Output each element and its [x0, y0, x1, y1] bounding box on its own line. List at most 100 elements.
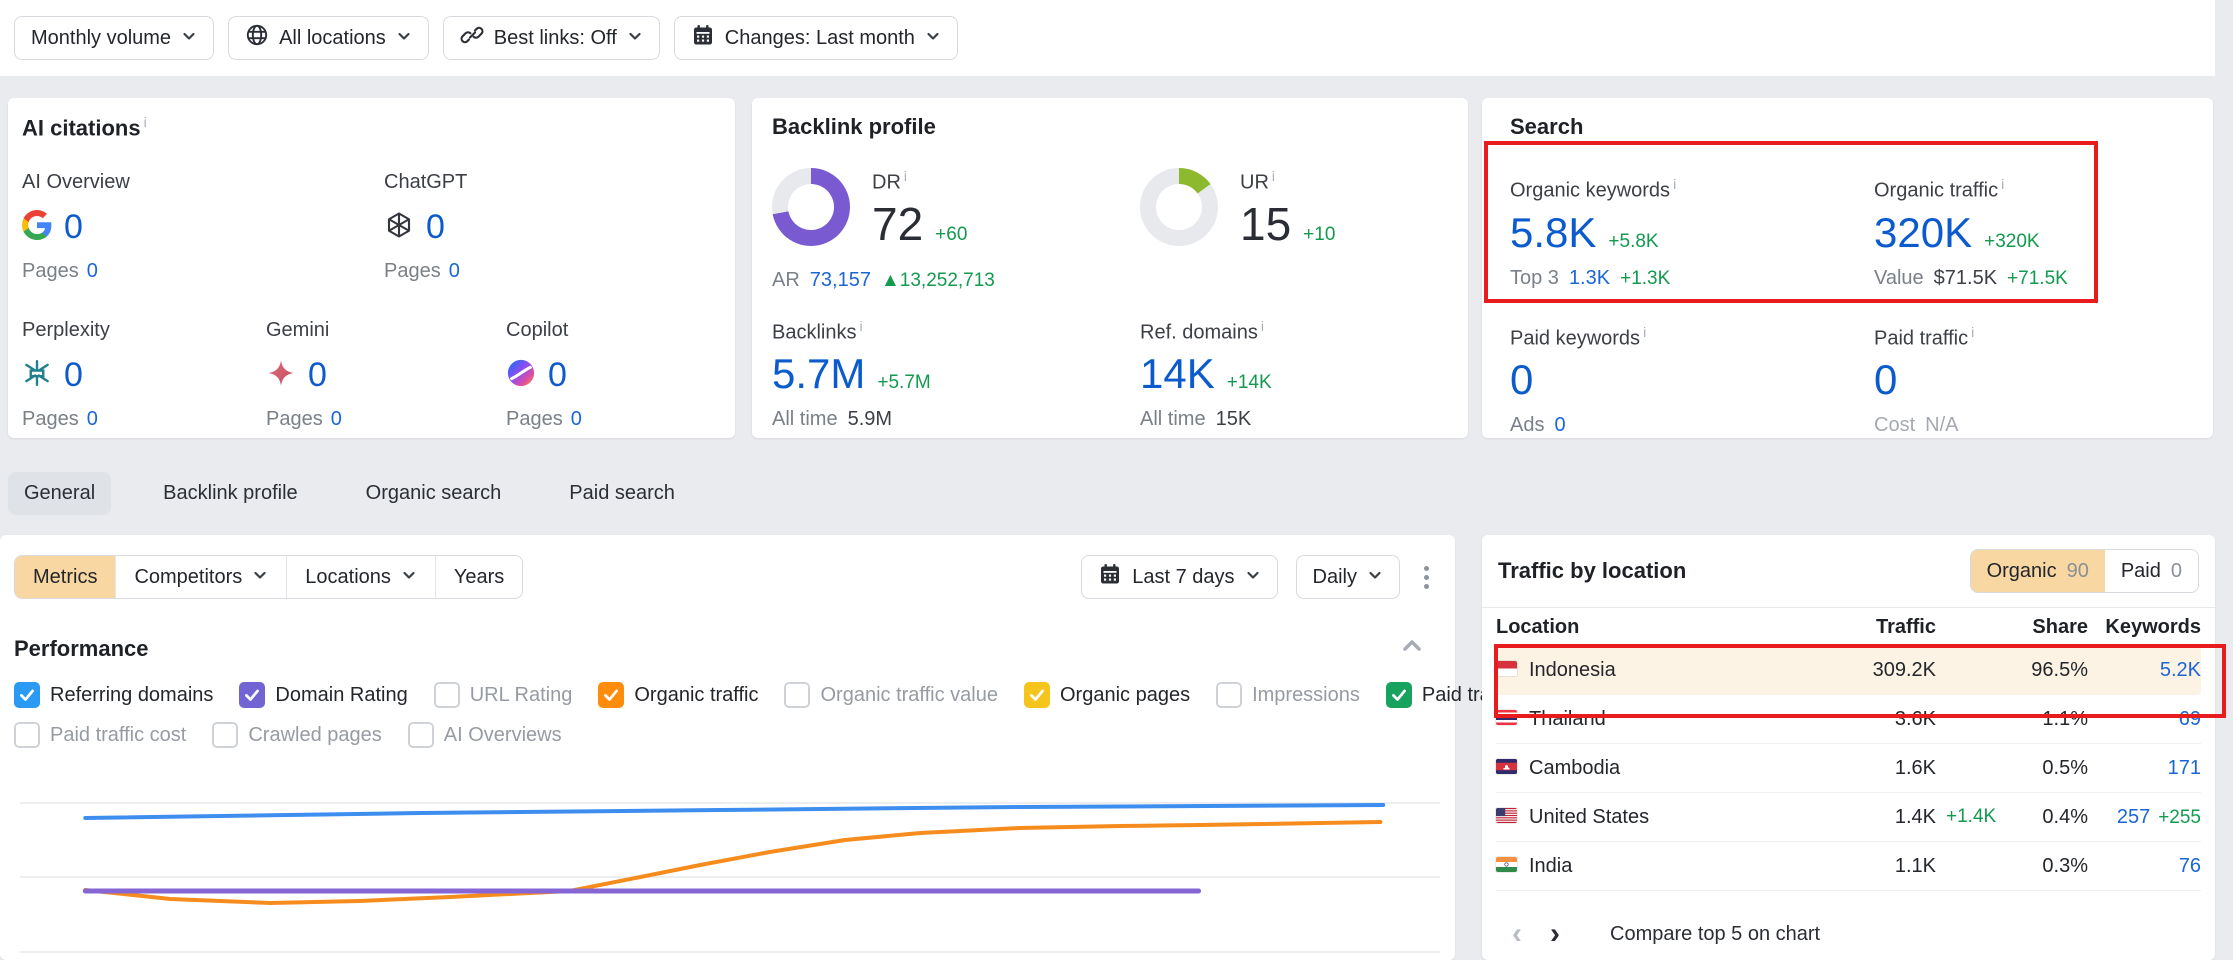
metric-checkbox-crawled-pages[interactable]: Crawled pages [212, 722, 381, 748]
info-icon[interactable]: i [2001, 176, 2004, 192]
paid-traffic-value[interactable]: 0 [1874, 356, 1897, 404]
metric-checkbox-domain-rating[interactable]: Domain Rating [239, 682, 407, 708]
page-next-chevron-icon[interactable]: › [1536, 919, 1574, 949]
page-prev-chevron-icon[interactable]: ‹ [1498, 919, 1536, 949]
compare-top5-link[interactable]: Compare top 5 on chart [1610, 923, 1820, 946]
tab-paid-search[interactable]: Paid search [553, 472, 691, 515]
segment-competitors[interactable]: Competitors [115, 556, 286, 598]
location-row-united-states[interactable]: United States1.4K+1.4K0.4%257+255 [1496, 793, 2201, 842]
filter-all-locations[interactable]: All locations [228, 16, 429, 60]
metric-checkbox-organic-traffic-value[interactable]: Organic traffic value [784, 682, 998, 708]
info-icon[interactable]: i [1673, 176, 1676, 192]
locations-table-header: LocationTraffic ShareKeywords [1496, 608, 2201, 646]
chevron-down-icon [396, 27, 412, 50]
paid-keywords-value[interactable]: 0 [1510, 356, 1533, 404]
ar-value[interactable]: 73,157 [810, 269, 871, 292]
column-header-traffic[interactable]: Traffic [1826, 616, 1936, 639]
date-range-button[interactable]: Last 7 days [1081, 555, 1277, 599]
metric-checkbox-ai-overviews[interactable]: AI Overviews [408, 722, 562, 748]
paid-keywords-metric: Paid keywordsi 0 Ads 0 [1510, 324, 1874, 438]
pages-count[interactable]: 0 [331, 408, 342, 430]
pages-count[interactable]: 0 [449, 260, 460, 282]
keywords-link[interactable]: 76 [2179, 855, 2201, 877]
toggle-paid[interactable]: Paid0 [2105, 550, 2198, 592]
info-icon[interactable]: i [1971, 324, 1974, 340]
ai-citations-count[interactable]: 0 [548, 356, 567, 395]
pages-count[interactable]: 0 [571, 408, 582, 430]
url-rating-donut [1140, 168, 1218, 246]
info-icon[interactable]: i [1643, 324, 1646, 340]
search-title: Search [1510, 114, 2185, 140]
segment-metrics[interactable]: Metrics [15, 556, 115, 598]
toggle-count: 0 [2171, 560, 2182, 583]
segment-locations[interactable]: Locations [286, 556, 435, 598]
info-icon[interactable]: i [904, 168, 907, 184]
keywords-link[interactable]: 171 [2168, 757, 2201, 779]
backlinks-value[interactable]: 5.7M [772, 350, 865, 398]
metric-checkbox-referring-domains[interactable]: Referring domains [14, 682, 213, 708]
tab-backlink-profile[interactable]: Backlink profile [147, 472, 314, 515]
ai-citations-count[interactable]: 0 [308, 356, 327, 395]
performance-panel: Metrics Competitors LocationsYears Last 7 … [0, 535, 1455, 960]
filter-monthly-volume[interactable]: Monthly volume [14, 16, 214, 60]
location-name: India [1529, 855, 1572, 878]
metric-checkbox-paid-traffic-cost[interactable]: Paid traffic cost [14, 722, 186, 748]
column-header-keywords[interactable]: Keywords [2088, 616, 2201, 639]
performance-chart[interactable] [20, 760, 1440, 960]
info-icon[interactable]: i [1272, 168, 1275, 184]
ai-citations-count[interactable]: 0 [64, 208, 83, 247]
location-cell: Cambodia [1496, 757, 1826, 780]
keywords-link[interactable]: 5.2K [2160, 659, 2201, 681]
more-options-kebab-icon[interactable] [1418, 560, 1435, 595]
granularity-button[interactable]: Daily [1296, 555, 1400, 599]
ai-citations-count[interactable]: 0 [64, 356, 83, 395]
organic-paid-toggle: Organic90Paid0 [1970, 549, 2199, 593]
tab-general[interactable]: General [8, 472, 111, 515]
info-icon[interactable]: i [1261, 318, 1264, 334]
ai-citations-row-2: Perplexity0Pages0Gemini0Pages0Copilot0Pa… [22, 319, 721, 431]
tab-organic-search[interactable]: Organic search [350, 472, 518, 515]
metric-checkbox-url-rating[interactable]: URL Rating [434, 682, 573, 708]
info-icon[interactable]: i [144, 114, 147, 130]
location-name: Cambodia [1529, 757, 1620, 780]
keywords-cell: 76 [2088, 855, 2201, 878]
segment-label: Competitors [134, 566, 242, 589]
top3-value[interactable]: 1.3K [1569, 267, 1610, 290]
location-row-thailand[interactable]: Thailand3.6K1.1%69 [1496, 695, 2201, 744]
ref-domains-value[interactable]: 14K [1140, 350, 1215, 398]
column-header-location[interactable]: Location [1496, 616, 1826, 639]
segment-years[interactable]: Years [435, 556, 522, 598]
ur-value: 15 [1240, 197, 1291, 251]
filter-best-links-off[interactable]: Best links: Off [443, 16, 660, 60]
share-value: 96.5% [2008, 659, 2088, 682]
location-row-cambodia[interactable]: Cambodia1.6K0.5%171 [1496, 744, 2201, 793]
ads-value[interactable]: 0 [1554, 414, 1565, 437]
pages-count[interactable]: 0 [87, 260, 98, 282]
info-icon[interactable]: i [859, 318, 862, 334]
unchecked-checkbox-icon [212, 722, 238, 748]
flag-icon-id [1496, 659, 1517, 682]
metric-checkbox-organic-pages[interactable]: Organic pages [1024, 682, 1190, 708]
keywords-link[interactable]: 257 [2117, 806, 2150, 828]
unchecked-checkbox-icon [14, 722, 40, 748]
ai-citations-count[interactable]: 0 [426, 208, 445, 247]
organic-traffic-value[interactable]: 320K [1874, 209, 1972, 257]
collapse-chevron-up-icon[interactable] [1399, 633, 1425, 664]
toggle-organic[interactable]: Organic90 [1971, 550, 2105, 592]
column-header-share[interactable]: Share [2008, 616, 2088, 639]
keywords-link[interactable]: 69 [2179, 708, 2201, 730]
organic-keywords-value[interactable]: 5.8K [1510, 209, 1596, 257]
ai-citation-perplexity: Perplexity0Pages0 [22, 319, 266, 431]
filter-changes-last-month[interactable]: Changes: Last month [674, 16, 958, 60]
location-row-india[interactable]: India1.1K0.3%76 [1496, 842, 2201, 891]
ai-pages-row: Pages0 [384, 260, 721, 283]
metric-checkbox-organic-traffic[interactable]: Organic traffic [598, 682, 758, 708]
metric-checkbox-impressions[interactable]: Impressions [1216, 682, 1360, 708]
location-row-indonesia[interactable]: Indonesia309.2K96.5%5.2K [1496, 646, 2201, 695]
perplexity-icon [22, 358, 52, 393]
ai-citation-ai-overview: AI Overview0Pages0 [22, 171, 384, 283]
share-value: 1.1% [2008, 708, 2088, 731]
keywords-cell: 69 [2088, 708, 2201, 731]
cost-value: N/A [1925, 414, 1958, 437]
pages-count[interactable]: 0 [87, 408, 98, 430]
